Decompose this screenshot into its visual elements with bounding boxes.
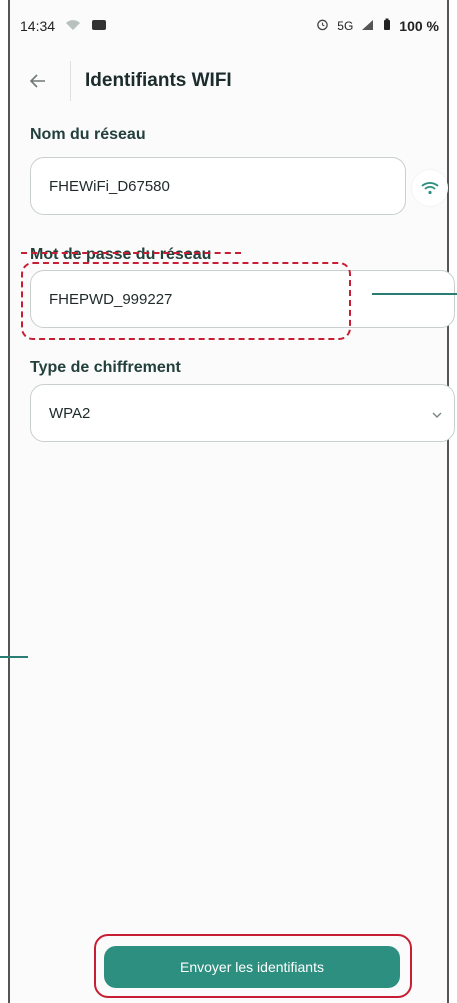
ssid-value: FHEWiFi_D67580 <box>49 177 170 195</box>
battery-level: 100 % <box>399 18 439 34</box>
battery-icon <box>383 18 391 34</box>
password-value: FHEPWD_999227 <box>49 290 173 308</box>
wifi-scan-button[interactable] <box>412 170 448 206</box>
wifi-icon <box>421 182 439 195</box>
page-title: Identifiants WIFI <box>85 70 232 91</box>
encryption-select[interactable]: WPA2 <box>30 384 455 442</box>
wifi-call-icon <box>65 18 81 34</box>
ssid-field[interactable]: FHEWiFi_D67580 <box>30 157 406 215</box>
screen-cast-icon <box>91 18 107 34</box>
network-type: 5G <box>337 19 354 33</box>
back-arrow-icon[interactable] <box>28 71 48 91</box>
password-label: Mot de passe du réseau <box>30 246 212 263</box>
callout-line-left <box>0 656 28 658</box>
encryption-label: Type de chiffrement <box>30 359 181 376</box>
app-bar-divider <box>70 61 71 101</box>
ssid-label: Nom du réseau <box>30 126 146 143</box>
send-credentials-button[interactable]: Envoyer les identifiants <box>104 946 400 988</box>
alarm-icon <box>316 18 329 34</box>
signal-icon <box>361 19 375 34</box>
status-time: 14:34 <box>20 18 56 34</box>
password-field[interactable]: FHEPWD_999227 <box>30 270 455 328</box>
encryption-value: WPA2 <box>49 404 91 422</box>
callout-line-right <box>372 293 457 295</box>
chevron-down-icon <box>432 405 442 421</box>
app-bar: Identifiants WIFI <box>10 56 447 106</box>
status-bar: 14:34 5G 100 % <box>10 0 447 52</box>
phone-screen: 14:34 5G 100 % Identifiants WIFI Nom du … <box>8 0 457 1003</box>
